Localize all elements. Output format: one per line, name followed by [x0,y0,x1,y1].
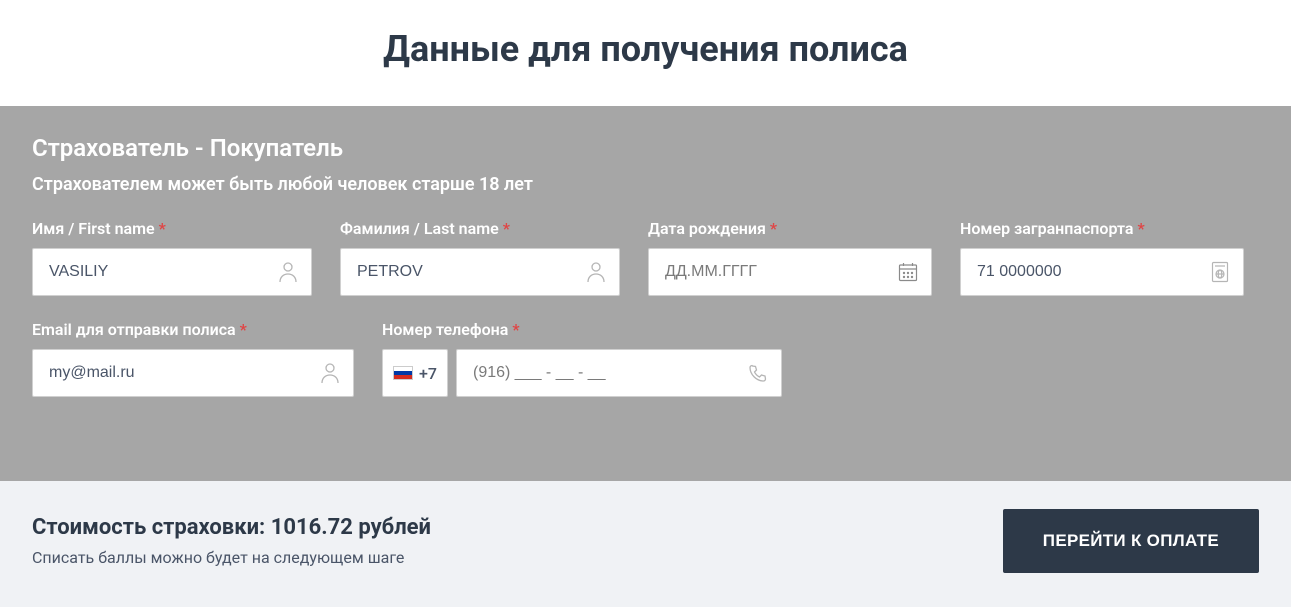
person-icon [583,261,619,283]
form-row-1: Имя / First name* Фамилия / Last name* [32,219,1259,296]
birth-date-input-wrap [648,248,932,296]
required-asterisk: * [512,320,519,339]
person-icon [317,362,353,384]
first-name-input-wrap [32,248,312,296]
passport-icon [1207,261,1243,283]
cost-note: Списать баллы можно будет на следующем ш… [32,548,431,567]
birth-date-group: Дата рождения* [648,219,932,296]
first-name-group: Имя / First name* [32,219,312,296]
phone-label: Номер телефона* [382,320,782,339]
email-input-wrap [32,349,354,397]
flag-russia-icon [393,366,413,380]
passport-input-wrap [960,248,1244,296]
form-row-2: Email для отправки полиса* Номер телефон… [32,320,1259,397]
phone-group: Номер телефона* +7 [382,320,782,397]
required-asterisk: * [1138,219,1145,238]
page-title: Данные для получения полиса [0,0,1291,106]
phone-icon [745,363,781,383]
passport-label: Номер загранпаспорта* [960,219,1244,238]
email-label: Email для отправки полиса* [32,320,354,339]
phone-country-prefix[interactable]: +7 [382,349,448,397]
birth-date-input[interactable] [649,249,895,295]
required-asterisk: * [159,219,166,238]
required-asterisk: * [503,219,510,238]
last-name-group: Фамилия / Last name* [340,219,620,296]
passport-input[interactable] [961,249,1207,295]
email-input[interactable] [33,350,317,396]
last-name-input-wrap [340,248,620,296]
first-name-label: Имя / First name* [32,219,312,238]
phone-input[interactable] [457,350,745,396]
form-panel: Страхователь - Покупатель Страхователем … [0,106,1291,481]
person-icon [275,261,311,283]
cost-block: Стоимость страховки: 1016.72 рублей Спис… [32,515,431,567]
section-title: Страхователь - Покупатель [32,134,1259,162]
last-name-input[interactable] [341,249,583,295]
pay-button[interactable]: ПЕРЕЙТИ К ОПЛАТЕ [1003,509,1259,573]
footer-bar: Стоимость страховки: 1016.72 рублей Спис… [0,481,1291,607]
required-asterisk: * [240,320,247,339]
birth-date-label: Дата рождения* [648,219,932,238]
calendar-icon[interactable] [895,262,931,282]
last-name-label: Фамилия / Last name* [340,219,620,238]
phone-input-wrap [456,349,782,397]
phone-prefix-text: +7 [419,364,437,383]
passport-group: Номер загранпаспорта* [960,219,1244,296]
cost-line: Стоимость страховки: 1016.72 рублей [32,515,431,540]
section-subtitle: Страхователем может быть любой человек с… [32,174,1259,195]
first-name-input[interactable] [33,249,275,295]
required-asterisk: * [770,219,777,238]
email-group: Email для отправки полиса* [32,320,354,397]
